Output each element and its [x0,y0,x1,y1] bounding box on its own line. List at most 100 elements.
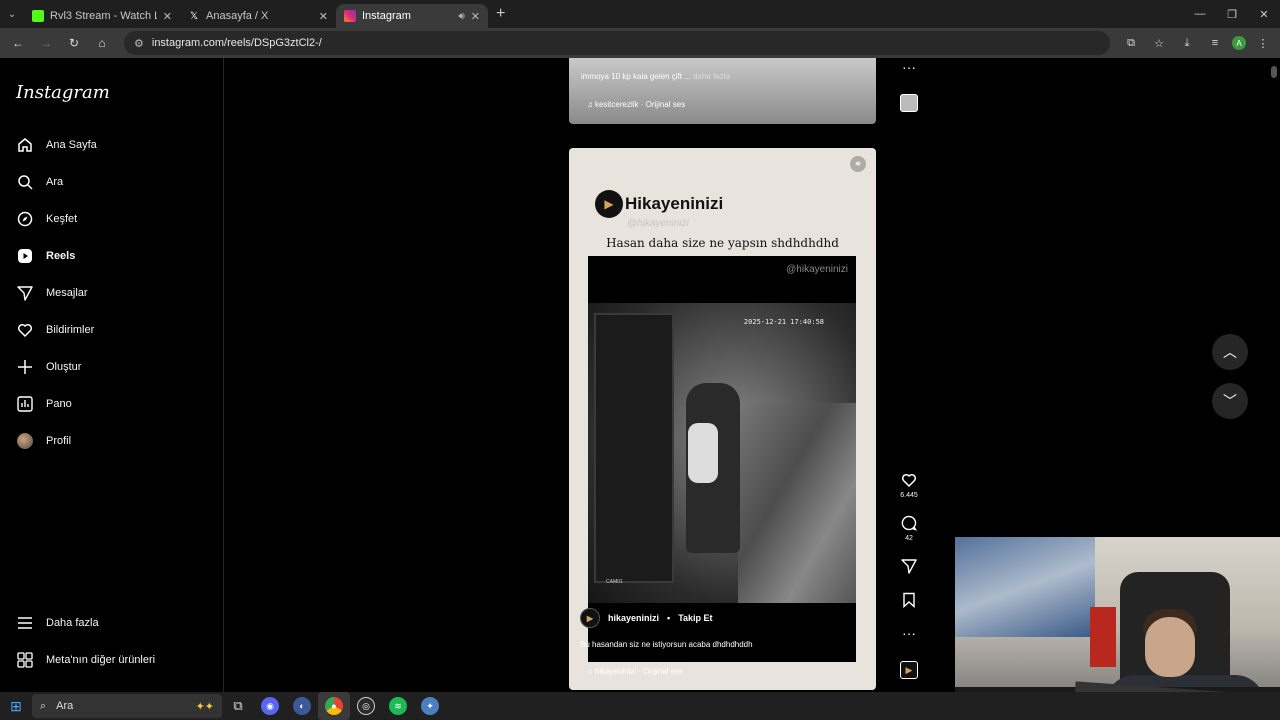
video-watermark: @hikayeninizi [786,264,848,275]
previous-reel[interactable]: immoya 10 kp kala gelen çift ... daha fa… [569,58,876,124]
more-link[interactable]: daha fazla [693,72,730,81]
heart-icon [901,472,917,490]
follow-button[interactable]: Takip Et [678,613,712,623]
like-count: 6.445 [900,492,918,499]
reload-button[interactable]: ↻ [62,31,86,55]
scrollbar-thumb[interactable] [1271,66,1277,78]
reel-audio[interactable]: ♫ hikayeninizi · Orijinal ses [587,667,683,676]
bookmark-icon [901,592,917,610]
sidebar-item-label: Profil [46,435,72,447]
music-note-icon: ♫ [587,100,593,109]
sidebar-item-label: Daha fazla [46,617,99,629]
browser-tab-bar: ⌄ Rvl3 Stream - Watch Live on Ki ✕ 𝕏 Ana… [0,0,1280,28]
next-reel-button[interactable]: ﹀ [1212,383,1248,419]
media-controls-icon[interactable]: ≡ [1204,32,1226,54]
sidebar-item-label: Reels [46,250,76,262]
taskbar-search[interactable]: ⌕ Ara ✦✦ [32,694,222,718]
comment-count: 42 [905,535,913,542]
install-app-icon[interactable]: ⧉ [1120,32,1142,54]
volume-icon[interactable]: 🔊︎ [850,156,866,172]
forward-button[interactable]: → [34,31,58,55]
close-icon[interactable]: ✕ [319,10,328,23]
close-window-button[interactable]: ✕ [1248,0,1280,28]
sidebar-item-reels[interactable]: Reels [16,247,75,265]
tab-x[interactable]: 𝕏 Anasayfa / X ✕ [180,4,336,28]
more-icon: ··· [902,59,916,75]
reel-author: ▶ hikayeninizi • Takip Et [580,608,713,628]
site-info-icon[interactable]: ⚙ [134,37,144,50]
sidebar-item-meta[interactable]: Meta'nın diğer ürünleri [16,651,155,669]
search-icon: ⌕ [40,699,47,712]
spotify-icon[interactable]: ≋ [382,692,414,720]
discord-icon[interactable]: ◉ [254,692,286,720]
prev-reel-more-button[interactable]: ··· [895,60,923,74]
sidebar-item-notifications[interactable]: Bildirimler [16,321,94,339]
instagram-favicon-icon [344,10,356,22]
reel-brand: ▶ Hikayeninizi [595,190,723,218]
sidebar-item-dashboard[interactable]: Pano [16,395,72,413]
previous-reel-caption: immoya 10 kp kala gelen çift ... daha fa… [581,72,730,81]
reel-video[interactable]: @hikayeninizi 2025-12-21 17:40:58 CAM01 [588,256,856,662]
sidebar-item-search[interactable]: Ara [16,173,63,191]
sidebar-item-label: Meta'nın diğer ürünleri [46,654,156,666]
chevron-up-icon: ︿ [1223,344,1237,360]
send-icon [901,558,917,576]
sidebar-item-create[interactable]: Oluştur [16,358,81,376]
save-button[interactable] [895,592,923,610]
more-icon: ··· [902,625,916,641]
tab-title: Anasayfa / X [206,10,269,22]
chrome-icon[interactable]: ● [318,692,350,720]
profile-avatar[interactable]: A [1232,36,1246,50]
home-icon [16,136,34,154]
share-button[interactable] [895,558,923,576]
author-username[interactable]: hikayeninizi [608,613,659,623]
like-button[interactable]: 6.445 [895,472,923,499]
task-view-icon[interactable]: ⧉ [222,692,254,720]
current-reel[interactable]: 🔊︎ ▶ Hikayeninizi @hikayeninizi Hasan da… [569,148,876,690]
minimize-button[interactable]: — [1184,0,1216,28]
sidebar-item-home[interactable]: Ana Sayfa [16,136,97,154]
reel-headline: Hasan daha size ne yapsın shdhdhdhd [606,236,839,250]
downloads-icon[interactable]: ⤓ [1176,32,1198,54]
author-avatar[interactable]: ▶ [580,608,600,628]
browser-toolbar: ← → ↻ ⌂ ⚙ instagram.com/reels/DSpG3ztCl2… [0,28,1280,58]
close-icon[interactable]: ✕ [471,10,480,23]
sidebar-item-label: Pano [46,398,72,410]
more-options-button[interactable]: ··· [895,626,923,640]
meta-apps-icon [16,651,34,669]
comment-button[interactable]: 42 [895,515,923,542]
sidebar-item-explore[interactable]: Keşfet [16,210,77,228]
windows-start-button[interactable]: ⊞ [0,698,32,715]
bookmark-star-icon[interactable]: ☆ [1148,32,1170,54]
restore-button[interactable]: ❐ [1216,0,1248,28]
app-launcher-icon[interactable]: ✦ [414,692,446,720]
music-note-icon: ♫ [587,667,593,676]
compass-icon [16,210,34,228]
instagram-logo[interactable]: Instagram [16,82,110,103]
comment-icon [901,515,918,533]
reel-audio-thumb[interactable]: ▶ [895,661,923,679]
home-button[interactable]: ⌂ [90,31,114,55]
speaker-icon[interactable]: 🔊︎ [458,11,464,22]
address-bar[interactable]: ⚙ instagram.com/reels/DSpG3ztCl2-/ [124,31,1110,55]
menu-icon[interactable]: ⋮ [1252,32,1274,54]
url-text: instagram.com/reels/DSpG3ztCl2-/ [151,37,322,49]
new-tab-button[interactable]: + [496,5,505,23]
obs-icon[interactable]: ◎ [350,692,382,720]
sidebar-item-profile[interactable]: Profil [16,432,71,450]
app-icon[interactable]: ◐ [286,692,318,720]
close-icon[interactable]: ✕ [163,10,172,23]
sidebar-item-more[interactable]: Daha fazla [16,614,99,632]
tab-kick[interactable]: Rvl3 Stream - Watch Live on Ki ✕ [24,4,180,28]
tab-title: Rvl3 Stream - Watch Live on Ki [50,10,157,22]
prev-reel-audio-thumb[interactable] [895,94,923,112]
previous-reel-audio[interactable]: ♫ kesitcerezlik · Orijinal ses [587,100,685,109]
door-shape [594,313,674,583]
previous-reel-button[interactable]: ︿ [1212,334,1248,370]
back-button[interactable]: ← [6,31,30,55]
chart-icon [16,395,34,413]
tab-instagram[interactable]: Instagram 🔊︎ ✕ [336,4,488,28]
sidebar-item-messages[interactable]: Mesajlar [16,284,88,302]
reel-caption[interactable]: Bu hasandan siz ne istiyorsun acaba dhdh… [580,640,753,649]
tab-search-button[interactable]: ⌄ [0,0,24,28]
